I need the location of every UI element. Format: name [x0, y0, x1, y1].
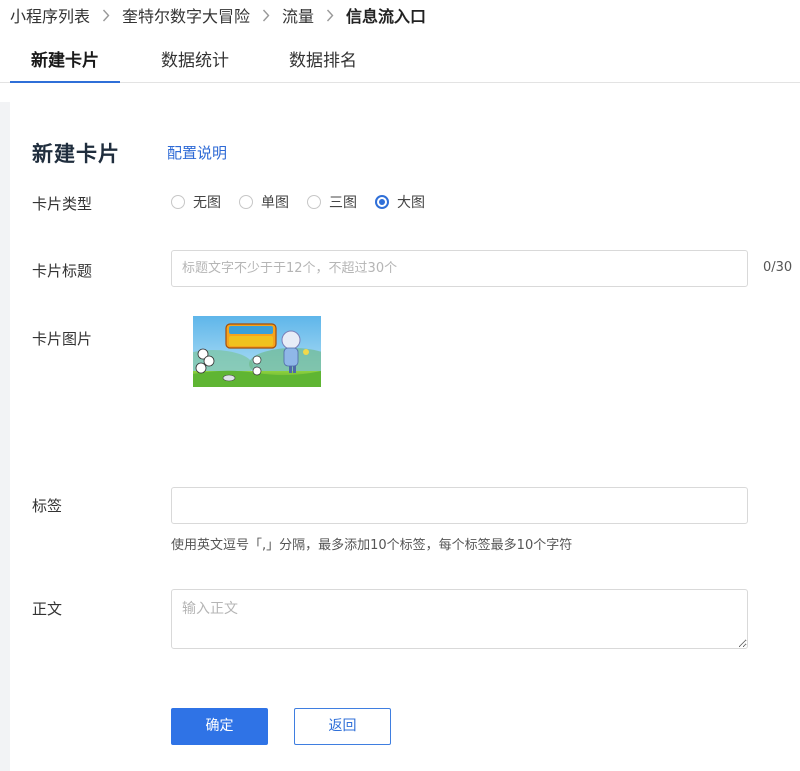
radio-label: 大图 [397, 195, 425, 211]
radio-no-image[interactable]: 无图 [171, 192, 221, 212]
radio-label: 无图 [193, 195, 221, 211]
page-header: 小程序列表 奎特尔数字大冒险 流量 信息流入口 新建卡片 数据统计 数据排名 [0, 0, 800, 102]
tab-bar: 新建卡片 数据统计 数据排名 [0, 40, 800, 83]
card-type-label: 卡片类型 [32, 195, 93, 213]
radio-large-image[interactable]: 大图 [375, 192, 425, 212]
radio-circle-icon [307, 195, 321, 209]
card-image-label: 卡片图片 [32, 330, 93, 348]
tags-hint: 使用英文逗号「,」分隔，最多添加10个标签，每个标签最多10个字符 [171, 538, 573, 553]
radio-checked-icon [375, 195, 389, 209]
body-textarea[interactable] [171, 589, 748, 649]
breadcrumb-item-app[interactable]: 奎特尔数字大冒险 [122, 3, 250, 27]
radio-single-image[interactable]: 单图 [239, 192, 289, 212]
chevron-right-icon [326, 9, 334, 22]
radio-label: 三图 [329, 195, 357, 211]
tags-input[interactable] [171, 487, 748, 524]
radio-circle-icon [239, 195, 253, 209]
chevron-right-icon [262, 9, 270, 22]
config-help-link[interactable]: 配置说明 [167, 142, 227, 163]
breadcrumb: 小程序列表 奎特尔数字大冒险 流量 信息流入口 [10, 4, 426, 26]
page-title: 新建卡片 [32, 142, 120, 166]
back-button[interactable]: 返回 [294, 708, 391, 745]
radio-three-images[interactable]: 三图 [307, 192, 357, 212]
body-label: 正文 [32, 600, 63, 618]
breadcrumb-current: 信息流入口 [346, 7, 427, 26]
tab-ranking[interactable]: 数据排名 [268, 40, 378, 82]
tab-statistics[interactable]: 数据统计 [140, 40, 250, 82]
breadcrumb-item-traffic[interactable]: 流量 [282, 3, 314, 27]
game-cover-image [193, 316, 321, 387]
radio-circle-icon [171, 195, 185, 209]
card-type-radio-group: 无图 单图 三图 大图 [171, 192, 443, 212]
title-char-counter: 0/30 [763, 260, 793, 275]
radio-label: 单图 [261, 195, 289, 211]
card-image-thumbnail[interactable] [193, 316, 321, 387]
tab-new-card[interactable]: 新建卡片 [10, 40, 120, 83]
card-title-input[interactable] [171, 250, 748, 287]
confirm-button[interactable]: 确定 [171, 708, 268, 745]
card-title-label: 卡片标题 [32, 262, 93, 280]
breadcrumb-item-miniprogram-list[interactable]: 小程序列表 [10, 3, 90, 27]
chevron-right-icon [102, 9, 110, 22]
tags-label: 标签 [32, 497, 63, 515]
new-card-form: 新建卡片 配置说明 卡片类型 无图 单图 三图 大图 卡片标题 0/30 卡片图… [10, 102, 800, 771]
